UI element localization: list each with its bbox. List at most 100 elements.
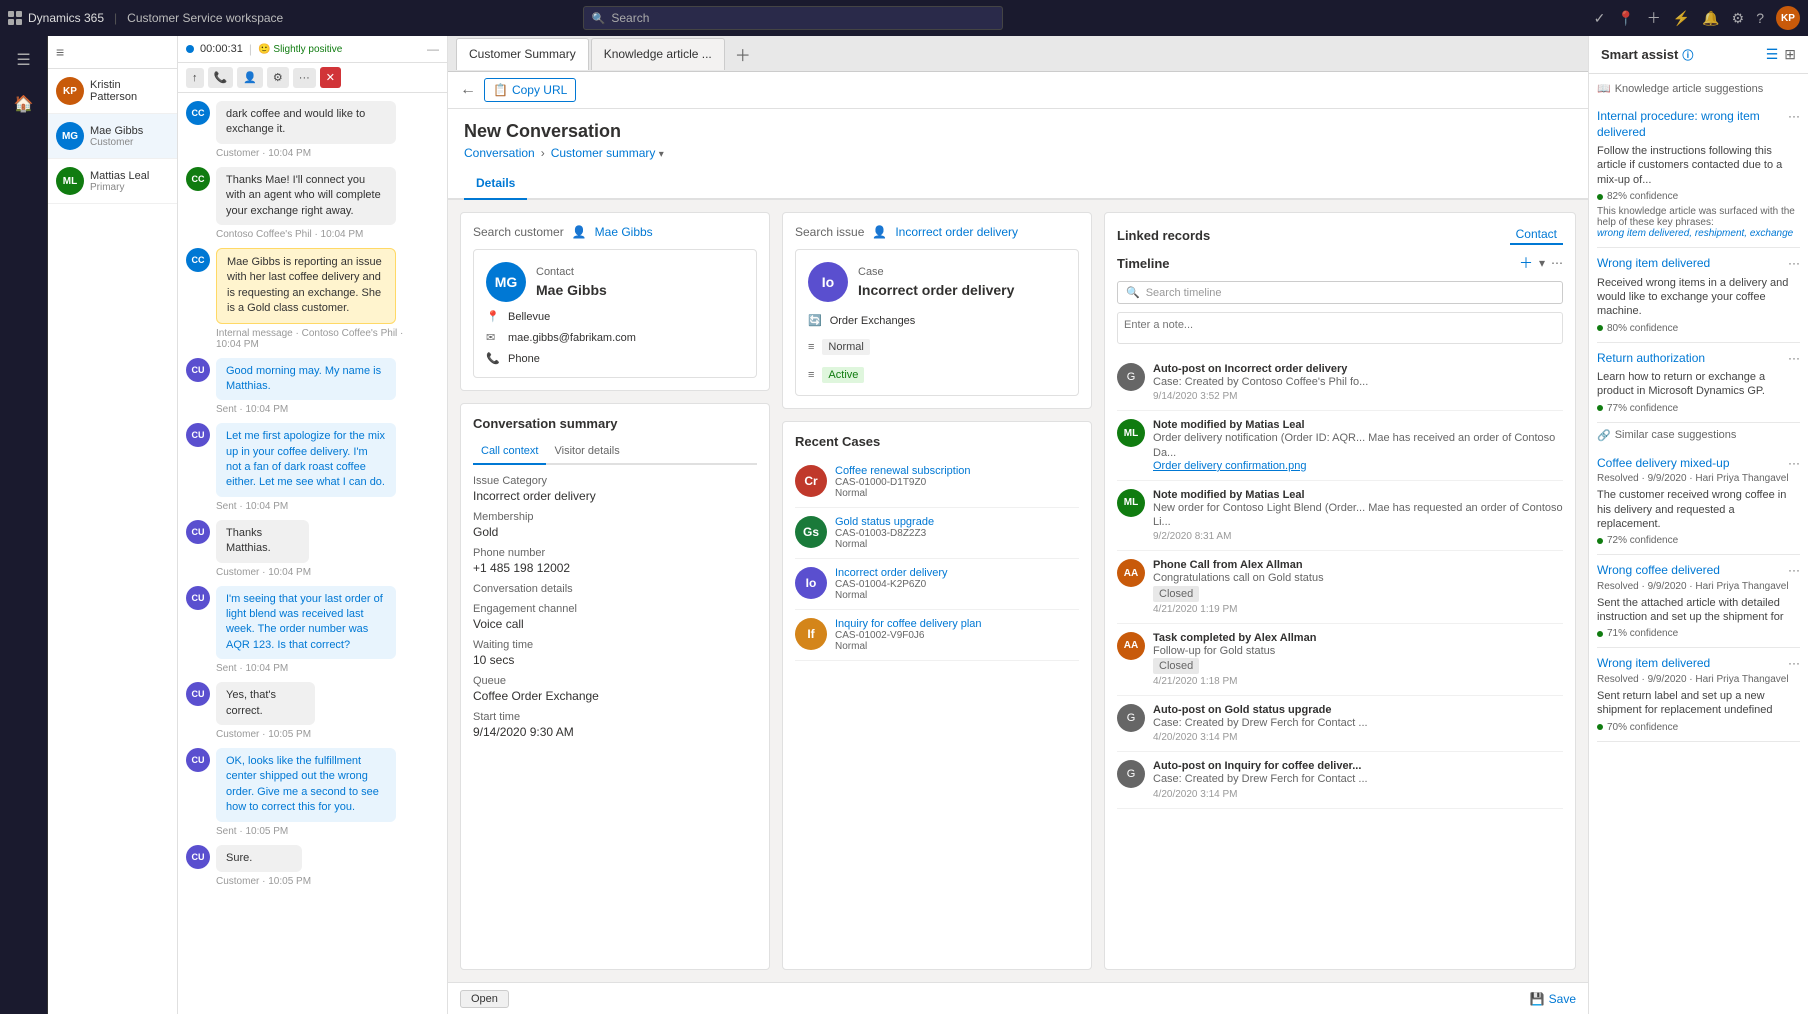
smart-assist-header: Smart assist ⓘ ☰ ⊞: [1589, 36, 1808, 74]
list-view-icon[interactable]: ☰: [1766, 46, 1779, 63]
summary-queue: Queue Coffee Order Exchange: [473, 675, 757, 703]
agent-item-mae[interactable]: MG Mae Gibbs Customer: [48, 114, 177, 159]
copy-url-button[interactable]: 📋 Copy URL: [484, 78, 576, 102]
article-2-menu[interactable]: ···: [1788, 256, 1800, 270]
timeline-items: G Auto-post on Incorrect order delivery …: [1117, 355, 1563, 957]
article-3-confidence: 77% confidence: [1597, 403, 1800, 414]
save-button[interactable]: 💾 Save: [1530, 992, 1576, 1006]
similar-3-menu[interactable]: ···: [1788, 656, 1800, 670]
breadcrumb-separator: ›: [541, 146, 545, 160]
article-3-menu[interactable]: ···: [1788, 351, 1800, 365]
timeline-title: Timeline: [1117, 256, 1170, 271]
linked-customer-name[interactable]: Mae Gibbs: [595, 225, 653, 239]
message-meta-10: Customer · 10:05 PM: [216, 876, 311, 887]
msg-avatar-8: CU: [186, 682, 210, 706]
similar-3-title[interactable]: Wrong item delivered: [1597, 656, 1788, 672]
timeline-item-1: G Auto-post on Incorrect order delivery …: [1117, 355, 1563, 411]
msg-avatar-6: CU: [186, 520, 210, 544]
msg-col-2: Thanks Mae! I'll connect you with an age…: [216, 167, 416, 240]
case-avatar-cr: Cr: [795, 465, 827, 497]
search-customer-field[interactable]: Search customer 👤 Mae Gibbs: [473, 225, 757, 239]
grid-icon[interactable]: [8, 11, 22, 25]
back-button[interactable]: ←: [460, 81, 476, 99]
msg-avatar-4: CU: [186, 358, 210, 382]
search-icon: 🔍: [592, 12, 606, 25]
breadcrumb-summary[interactable]: Customer summary ▾: [551, 146, 664, 160]
filter-icon[interactable]: ⚡: [1673, 10, 1690, 27]
agent-item-kristin[interactable]: KP Kristin Patterson: [48, 69, 177, 114]
similar-2-title[interactable]: Wrong coffee delivered: [1597, 563, 1788, 579]
timeline-search[interactable]: 🔍 Search timeline: [1117, 281, 1563, 304]
add-tab-button[interactable]: ＋: [727, 38, 759, 70]
linked-tab-contact[interactable]: Contact: [1510, 225, 1563, 245]
home-icon[interactable]: 🏠: [8, 88, 40, 120]
similar-1-menu[interactable]: ···: [1788, 456, 1800, 470]
nav-actions: ✓ 📍 ＋ ⚡ 🔔 ⚙ ? KP: [1594, 6, 1800, 30]
similar-1-confidence-bar: [1597, 538, 1603, 544]
similar-1-confidence-text: 72% confidence: [1607, 535, 1678, 546]
case-title-4[interactable]: Inquiry for coffee delivery plan: [835, 618, 1079, 630]
tab-customer-summary[interactable]: Customer Summary: [456, 38, 589, 70]
settings-icon[interactable]: ⚙: [1732, 10, 1745, 27]
user-avatar[interactable]: KP: [1776, 6, 1800, 30]
article-1-title[interactable]: Internal procedure: wrong item delivered: [1597, 109, 1788, 140]
note-input[interactable]: [1117, 312, 1563, 344]
similar-icon: 🔗: [1597, 429, 1611, 442]
grid-view-icon[interactable]: ⊞: [1784, 46, 1796, 63]
panel-expand-icon[interactable]: ≡: [56, 44, 64, 60]
agent-info-kristin: Kristin Patterson: [90, 79, 169, 103]
contact-location: Bellevue: [508, 311, 550, 323]
open-status-badge[interactable]: Open: [460, 990, 509, 1008]
message-2: CC Thanks Mae! I'll connect you with an …: [186, 167, 439, 240]
settings-button[interactable]: ⚙: [267, 67, 289, 88]
article-3-header: Return authorization ···: [1597, 351, 1800, 367]
article-2-title[interactable]: Wrong item delivered: [1597, 256, 1788, 272]
summary-tab-visitor[interactable]: Visitor details: [546, 439, 627, 465]
person-button[interactable]: 👤: [237, 67, 263, 88]
sub-tab-details[interactable]: Details: [464, 168, 527, 200]
location-icon[interactable]: 📍: [1617, 10, 1634, 27]
end-call-button[interactable]: ✕: [320, 67, 341, 88]
smart-assist-info-icon[interactable]: ⓘ: [1682, 47, 1693, 63]
article-3-title[interactable]: Return authorization: [1597, 351, 1788, 367]
timeline-filter-icon[interactable]: ▾: [1539, 256, 1545, 270]
transfer-button[interactable]: ↑: [186, 68, 204, 88]
breadcrumb-conversation[interactable]: Conversation: [464, 146, 535, 160]
minimize-icon[interactable]: —: [427, 42, 439, 56]
case-title-3[interactable]: Incorrect order delivery: [835, 567, 1079, 579]
summary-issue-category: Issue Category Incorrect order delivery: [473, 475, 757, 503]
help-icon[interactable]: ?: [1756, 10, 1764, 26]
similar-case-1: Coffee delivery mixed-up ··· Resolved · …: [1597, 448, 1800, 555]
msg-col-6: Thanks Matthias. Customer · 10:04 PM: [216, 520, 320, 578]
global-search[interactable]: 🔍 Search: [583, 6, 1003, 30]
similar-2-menu[interactable]: ···: [1788, 563, 1800, 577]
case-title-2[interactable]: Gold status upgrade: [835, 516, 1079, 528]
case-content-2: Gold status upgrade CAS-01003-D8Z2Z3 Nor…: [835, 516, 1079, 550]
linked-issue-name[interactable]: Incorrect order delivery: [895, 225, 1018, 239]
linked-records-tabs: Contact: [1510, 225, 1563, 245]
plus-icon[interactable]: ＋: [1647, 8, 1661, 28]
call-button[interactable]: 📞: [208, 67, 234, 88]
hamburger-icon[interactable]: ☰: [10, 44, 36, 76]
checkmark-icon[interactable]: ✓: [1594, 10, 1606, 27]
timeline-more-icon[interactable]: ⋯: [1551, 256, 1563, 270]
timeline-item-6: G Auto-post on Gold status upgrade Case:…: [1117, 696, 1563, 752]
case-title-1[interactable]: Coffee renewal subscription: [835, 465, 1079, 477]
summary-membership: Membership Gold: [473, 511, 757, 539]
similar-2-desc: Sent the attached article with detailed …: [1597, 596, 1800, 625]
notification-icon[interactable]: 🔔: [1702, 10, 1719, 27]
article-1-menu[interactable]: ···: [1788, 109, 1800, 123]
timeline-link-2[interactable]: Order delivery confirmation.png: [1153, 460, 1563, 472]
contact-details-card: MG Contact Mae Gibbs 📍 Bellevue: [473, 249, 757, 378]
article-3-confidence-text: 77% confidence: [1607, 403, 1678, 414]
timeline-add-icon[interactable]: ＋: [1519, 253, 1533, 273]
summary-tab-call-context[interactable]: Call context: [473, 439, 546, 465]
similar-1-title[interactable]: Coffee delivery mixed-up: [1597, 456, 1788, 472]
search-issue-field[interactable]: Search issue 👤 Incorrect order delivery: [795, 225, 1079, 239]
agent-item-mattias[interactable]: ML Mattias Leal Primary: [48, 159, 177, 204]
tab-knowledge-article[interactable]: Knowledge article ...: [591, 38, 725, 70]
more-button[interactable]: ···: [293, 68, 316, 88]
case-content-4: Inquiry for coffee delivery plan CAS-010…: [835, 618, 1079, 652]
contact-avatar: MG: [486, 262, 526, 302]
avatar-mattias: ML: [56, 167, 84, 195]
